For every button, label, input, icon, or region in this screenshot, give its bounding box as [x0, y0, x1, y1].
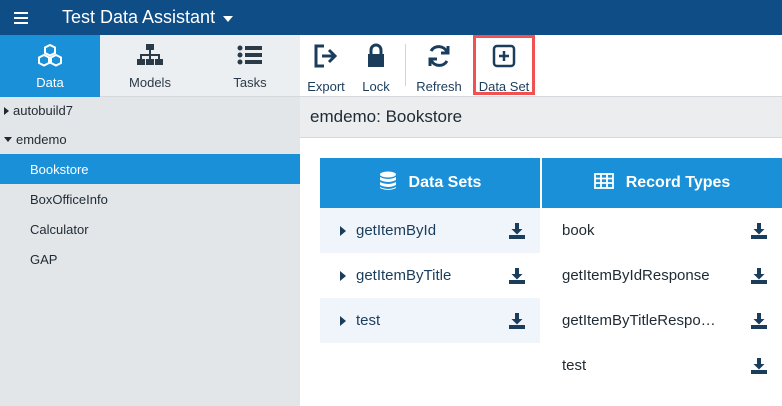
tree-item-label: Bookstore: [30, 161, 89, 177]
data-set-row[interactable]: getItemByTitle: [320, 253, 540, 298]
tree-item-calculator[interactable]: Calculator: [0, 214, 300, 244]
caret-down-icon: [4, 136, 12, 142]
tree-item-autobuild7[interactable]: autobuild7: [0, 97, 300, 124]
tree-item-boxofficeinfo[interactable]: BoxOfficeInfo: [0, 184, 300, 214]
toolbar-divider: [405, 44, 406, 86]
data-set-name: getItemByTitle: [356, 267, 452, 284]
data-set-row[interactable]: test: [320, 298, 540, 343]
caret-right-icon: [340, 225, 346, 236]
refresh-button[interactable]: Refresh: [411, 35, 467, 95]
download-icon[interactable]: [508, 312, 526, 330]
caret-right-icon: [340, 270, 346, 281]
sidebar-tree: autobuild7 emdemo Bookstore BoxOfficeInf…: [0, 97, 300, 406]
page-title: emdemo: Bookstore: [300, 97, 782, 138]
record-type-name: book: [562, 222, 595, 239]
table-icon: [593, 172, 614, 194]
tab-data[interactable]: Data: [0, 35, 100, 97]
tab-label: Models: [129, 75, 171, 90]
app-title-dropdown[interactable]: Test Data Assistant: [62, 7, 234, 28]
export-icon: [313, 43, 339, 72]
record-types-header: Record Types: [542, 158, 782, 208]
lock-icon: [365, 43, 387, 72]
chevron-down-icon: [223, 15, 234, 22]
record-type-name: test: [562, 357, 587, 374]
data-set-row[interactable]: getItemById: [320, 208, 540, 253]
export-button[interactable]: Export: [300, 35, 352, 95]
refresh-label: Refresh: [416, 79, 462, 94]
sitemap-icon: [136, 43, 164, 70]
tree-item-label: BoxOfficeInfo: [30, 191, 108, 207]
cubes-icon: [35, 43, 65, 70]
tree-item-label: autobuild7: [13, 103, 73, 118]
export-label: Export: [307, 79, 345, 94]
tab-label: Data: [36, 75, 64, 90]
toolbar: Export Lock Refresh Data Set: [300, 35, 782, 97]
plus-square-icon: [491, 43, 517, 72]
tab-models[interactable]: Models: [100, 35, 200, 97]
list-icon: [236, 43, 264, 70]
tree-item-emdemo[interactable]: emdemo: [0, 124, 300, 154]
record-types-panel: Record Types book getItemByIdResponse ge…: [542, 158, 782, 388]
add-data-set-button[interactable]: Data Set: [473, 35, 535, 95]
record-type-name: getItemByIdResponse: [562, 267, 710, 284]
record-types-title: Record Types: [625, 174, 731, 191]
app-title: Test Data Assistant: [62, 7, 216, 27]
tree-item-label: emdemo: [16, 131, 67, 147]
nav-tabs: Data Models Tasks: [0, 35, 300, 97]
tree-item-label: Calculator: [30, 221, 89, 237]
tree-item-gap[interactable]: GAP: [0, 244, 300, 274]
download-icon[interactable]: [750, 267, 768, 285]
record-type-row[interactable]: getItemByIdResponse: [542, 253, 782, 298]
data-sets-header: Data Sets: [320, 158, 540, 208]
tab-label: Tasks: [233, 75, 267, 90]
tab-tasks[interactable]: Tasks: [200, 35, 300, 97]
dataset-label: Data Set: [478, 79, 530, 94]
download-icon[interactable]: [750, 357, 768, 375]
caret-right-icon: [340, 315, 346, 326]
tree-item-bookstore[interactable]: Bookstore: [0, 154, 300, 184]
record-type-row[interactable]: test: [542, 343, 782, 388]
refresh-icon: [426, 43, 452, 72]
record-type-name: getItemByTitleRespo…: [562, 312, 716, 329]
tree-item-label: GAP: [30, 251, 58, 267]
data-sets-title: Data Sets: [408, 174, 482, 191]
download-icon[interactable]: [750, 312, 768, 330]
data-sets-panel: Data Sets getItemById getItemByTitle tes…: [320, 158, 540, 343]
lock-button[interactable]: Lock: [352, 35, 400, 95]
caret-right-icon: [4, 106, 9, 115]
data-set-name: getItemById: [356, 222, 437, 239]
data-set-name: test: [356, 312, 381, 329]
download-icon[interactable]: [750, 222, 768, 240]
download-icon[interactable]: [508, 222, 526, 240]
record-type-row[interactable]: getItemByTitleRespo…: [542, 298, 782, 343]
record-type-row[interactable]: book: [542, 208, 782, 253]
app-bar: Test Data Assistant: [0, 0, 782, 35]
lock-label: Lock: [362, 79, 390, 94]
database-icon: [379, 171, 397, 196]
download-icon[interactable]: [508, 267, 526, 285]
menu-icon[interactable]: [0, 0, 42, 35]
